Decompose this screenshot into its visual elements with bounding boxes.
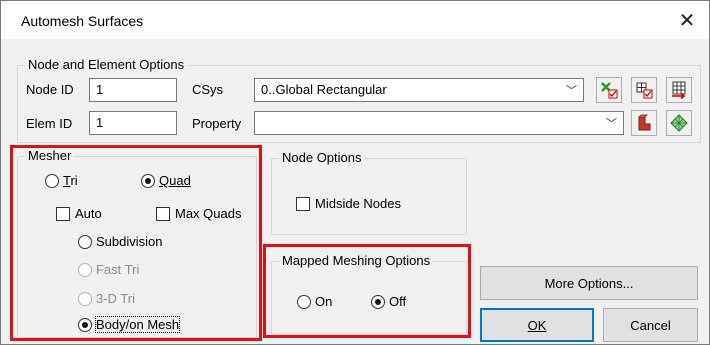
auto-checkbox-box	[56, 206, 70, 221]
close-icon: ✕	[678, 9, 696, 32]
more-options-button[interactable]: More Options...	[480, 266, 698, 300]
subdivision-radio-dot	[78, 234, 92, 249]
close-button[interactable]: ✕	[665, 1, 709, 39]
ok-label: OK	[527, 317, 547, 333]
elem-id-input[interactable]: 1	[89, 111, 177, 135]
auto-label: Auto	[75, 206, 102, 221]
automesh-dialog: Automesh Surfaces ✕ Node and Element Opt…	[0, 0, 710, 345]
tri-label: ri	[70, 173, 78, 188]
tri-radio[interactable]: Tri	[45, 173, 78, 188]
max-quads-checkbox[interactable]: Max Quads	[156, 206, 241, 221]
tri3d-radio-dot	[78, 291, 92, 306]
elem-id-label: Elem ID	[26, 116, 73, 131]
property-new-button[interactable]	[631, 110, 657, 136]
mapped-meshing-highlight	[263, 244, 471, 338]
node-element-options-legend: Node and Element Options	[25, 57, 188, 72]
title-bar: Automesh Surfaces ✕	[1, 1, 709, 39]
tri3d-radio[interactable]: 3-D Tri	[78, 291, 135, 306]
mapped-on-radio-dot	[297, 294, 311, 309]
grid-arrow-icon	[672, 81, 686, 99]
node-id-label: Node ID	[26, 82, 74, 97]
midside-nodes-label: Midside Nodes	[315, 196, 401, 211]
node-options-legend: Node Options	[279, 150, 365, 165]
bodyon-mesh-label: Body/on Mesh	[94, 316, 181, 333]
max-quads-label: Max Quads	[175, 206, 242, 221]
property-list-button[interactable]	[666, 110, 692, 136]
grid-arrow-button[interactable]	[666, 77, 692, 103]
midside-nodes-checkbox-box	[296, 196, 310, 211]
csys-select[interactable]: 0..Global Rectangular ﹀	[254, 78, 584, 102]
mapped-off-label: Off	[389, 294, 407, 309]
grid-check-button[interactable]	[631, 77, 657, 103]
select-nodes-button[interactable]	[596, 77, 622, 103]
quad-radio[interactable]: Quad	[141, 173, 191, 188]
bodyon-mesh-radio[interactable]: Body/on Mesh	[78, 316, 181, 333]
subdivision-label: Subdivision	[96, 234, 163, 249]
midside-nodes-checkbox[interactable]: Midside Nodes	[296, 196, 401, 211]
window-title: Automesh Surfaces	[21, 13, 144, 29]
fast-tri-radio-dot	[78, 262, 92, 277]
ok-button[interactable]: OK	[480, 308, 594, 342]
property-select[interactable]: ﹀	[254, 111, 624, 135]
mapped-off-radio[interactable]: Off	[371, 294, 406, 309]
fast-tri-label: Fast Tri	[96, 262, 140, 277]
mapped-on-radio[interactable]: On	[297, 294, 332, 309]
mapped-on-label: On	[315, 294, 333, 309]
mapped-off-radio-dot	[371, 294, 385, 309]
tri-radio-dot	[45, 173, 59, 188]
csys-value: 0..Global Rectangular	[261, 82, 387, 97]
fast-tri-radio[interactable]: Fast Tri	[78, 262, 139, 277]
max-quads-checkbox-box	[156, 206, 170, 221]
red-block-icon	[638, 114, 651, 131]
bodyon-mesh-radio-dot	[78, 317, 92, 332]
node-id-input[interactable]: 1	[89, 78, 177, 102]
property-label: Property	[192, 116, 242, 131]
quad-radio-dot	[141, 173, 155, 188]
green-diamond-grid-icon	[670, 114, 688, 132]
chevron-down-icon: ﹀	[566, 85, 577, 97]
tri3d-label: 3-D Tri	[96, 291, 135, 306]
quad-label: Quad	[159, 173, 191, 188]
chevron-down-icon: ﹀	[606, 118, 617, 130]
cancel-button[interactable]: Cancel	[603, 308, 698, 342]
green-x-check-icon	[601, 82, 618, 99]
csys-label: CSys	[192, 82, 224, 97]
subdivision-radio[interactable]: Subdivision	[78, 234, 163, 249]
auto-checkbox[interactable]: Auto	[56, 206, 102, 221]
grid-check-icon	[636, 82, 653, 99]
